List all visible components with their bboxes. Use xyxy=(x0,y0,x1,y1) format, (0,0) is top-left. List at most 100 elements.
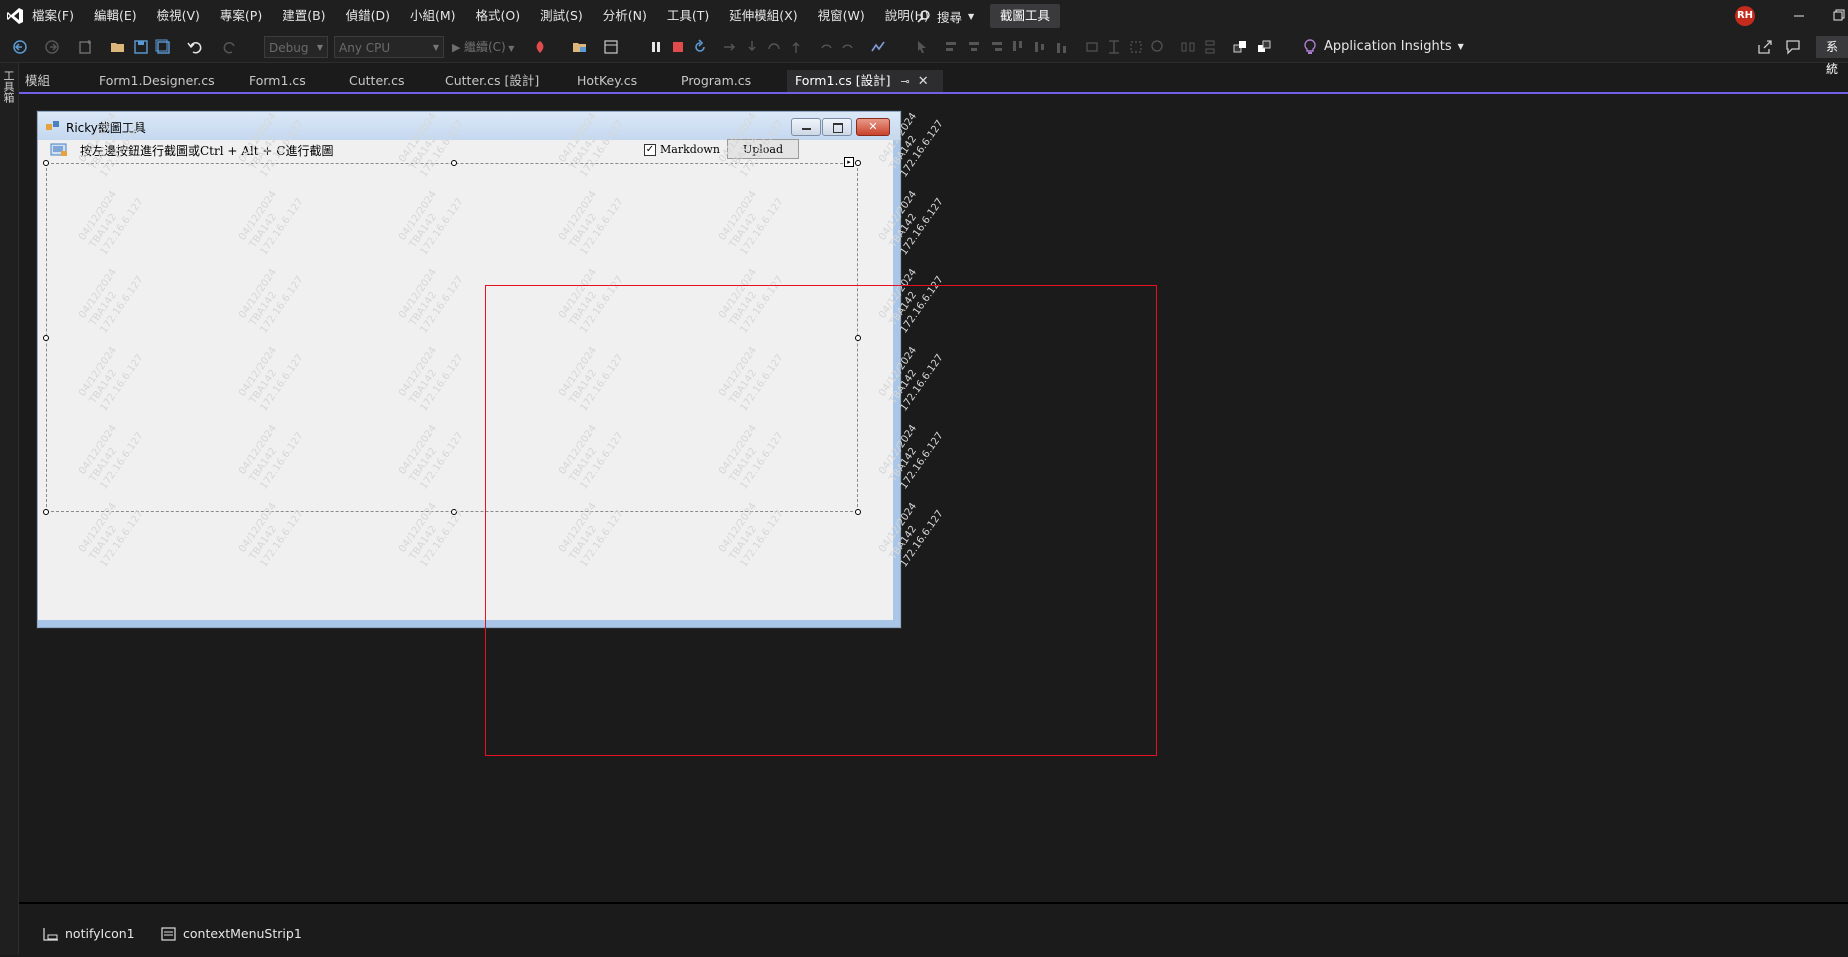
tab-hotkey-cs[interactable]: HotKey.cs xyxy=(571,70,675,92)
show-next-statement-icon[interactable] xyxy=(722,39,738,55)
navigate-back-icon[interactable] xyxy=(12,39,28,55)
feedback-icon[interactable] xyxy=(1785,39,1801,55)
tab-label: Program.cs xyxy=(681,73,752,88)
step-into-icon[interactable] xyxy=(744,39,760,55)
avatar[interactable]: RH xyxy=(1735,6,1755,26)
menu-tools[interactable]: 工具(T) xyxy=(657,0,719,32)
menu-window[interactable]: 視窗(W) xyxy=(808,0,875,32)
resize-handle[interactable] xyxy=(451,160,457,166)
tab-program-cs[interactable]: Program.cs xyxy=(675,70,805,92)
continue-button[interactable]: ▶ 繼續(C) ▼ xyxy=(452,36,514,58)
align-rights-icon[interactable] xyxy=(988,39,1004,55)
stop-debugging-icon[interactable] xyxy=(670,39,686,55)
align-tops-icon[interactable] xyxy=(1010,39,1026,55)
menu-file[interactable]: 檔案(F) xyxy=(22,0,84,32)
step-out-icon[interactable] xyxy=(788,39,804,55)
make-same-width-icon[interactable] xyxy=(1084,39,1100,55)
tab-form1-cs-design[interactable]: Form1.cs [設計] ⊸ ✕ xyxy=(787,70,943,92)
screenshot-button-icon[interactable] xyxy=(50,143,68,157)
search-box[interactable]: 搜尋 ▼ xyxy=(907,0,984,32)
live-share-icon[interactable] xyxy=(1757,39,1773,55)
menu-project[interactable]: 專案(P) xyxy=(210,0,272,32)
save-icon[interactable] xyxy=(133,39,149,55)
align-middles-icon[interactable] xyxy=(1032,39,1048,55)
undo-icon[interactable] xyxy=(187,39,203,55)
resize-handle[interactable] xyxy=(43,509,49,515)
menu-format[interactable]: 格式(O) xyxy=(466,0,531,32)
form-minimize-button[interactable] xyxy=(791,118,821,136)
markdown-checkbox-label[interactable]: Markdown xyxy=(660,143,720,156)
menu-analyze[interactable]: 分析(N) xyxy=(593,0,657,32)
resize-handle[interactable] xyxy=(451,509,457,515)
tab-label: Form1.cs xyxy=(249,73,306,88)
restore-window-button[interactable] xyxy=(1828,0,1848,32)
layout-icon[interactable] xyxy=(603,39,619,55)
pointer-icon[interactable] xyxy=(914,39,930,55)
tab-form1-designer-cs[interactable]: Form1.Designer.cs xyxy=(93,70,243,92)
menu-build[interactable]: 建置(B) xyxy=(272,0,335,32)
resize-handle[interactable] xyxy=(43,335,49,341)
system-button[interactable]: 系統 xyxy=(1816,36,1848,76)
solution-configuration-dropdown[interactable]: Debug ▼ xyxy=(264,36,328,58)
tab-form1-cs[interactable]: Form1.cs xyxy=(243,70,343,92)
bring-to-front-icon[interactable] xyxy=(1232,39,1248,55)
menu-edit[interactable]: 編輯(E) xyxy=(84,0,147,32)
horizontal-spacing-icon[interactable] xyxy=(1180,39,1196,55)
tab-label: 模組 xyxy=(25,73,51,88)
form-maximize-button[interactable] xyxy=(822,118,852,136)
play-icon: ▶ xyxy=(452,41,464,54)
align-bottoms-icon[interactable] xyxy=(1054,39,1070,55)
application-insights-button[interactable]: Application Insights ▼ xyxy=(1302,36,1464,58)
tray-item-label: notifyIcon1 xyxy=(65,926,135,941)
notify-icon-icon xyxy=(43,927,58,941)
align-lefts-icon[interactable] xyxy=(944,39,960,55)
resize-handle[interactable] xyxy=(855,160,861,166)
folder-view-icon[interactable] xyxy=(572,39,588,55)
navigate-forward-icon[interactable] xyxy=(44,39,60,55)
tab-module[interactable]: 模組 xyxy=(19,70,93,92)
menu-view[interactable]: 檢視(V) xyxy=(147,0,210,32)
tab-label: Form1.cs [設計] xyxy=(795,73,891,88)
diagnostics-icon[interactable] xyxy=(870,39,886,55)
redo-format-icon[interactable] xyxy=(840,39,856,55)
redo-icon[interactable] xyxy=(222,39,238,55)
new-project-icon[interactable] xyxy=(78,39,94,55)
smart-tag-icon[interactable]: ▸ xyxy=(844,157,854,167)
tab-label: Form1.Designer.cs xyxy=(99,73,215,88)
make-same-height-icon[interactable] xyxy=(1106,39,1122,55)
undo-format-icon[interactable] xyxy=(818,39,834,55)
save-all-icon[interactable] xyxy=(155,39,171,55)
pin-icon[interactable]: ⊸ xyxy=(901,75,910,88)
tab-cutter-cs-design[interactable]: Cutter.cs [設計] xyxy=(439,70,571,92)
align-centers-icon[interactable] xyxy=(966,39,982,55)
form-title-bar[interactable] xyxy=(38,112,900,140)
lightbulb-icon xyxy=(1304,39,1316,54)
vertical-spacing-icon[interactable] xyxy=(1202,39,1218,55)
size-to-grid-icon[interactable] xyxy=(1128,39,1144,55)
solution-platform-dropdown[interactable]: Any CPU ▼ xyxy=(334,36,444,58)
tab-cutter-cs[interactable]: Cutter.cs xyxy=(343,70,439,92)
menu-extensions[interactable]: 延伸模組(X) xyxy=(719,0,807,32)
minimize-window-button[interactable] xyxy=(1785,0,1813,32)
step-over-icon[interactable] xyxy=(766,39,782,55)
tray-item-notifyicon[interactable]: notifyIcon1 xyxy=(43,926,135,941)
form-close-button[interactable]: ✕ xyxy=(856,118,890,136)
restart-icon[interactable] xyxy=(692,39,708,55)
continue-label: 繼續(C) xyxy=(463,40,506,54)
chevron-down-icon: ▼ xyxy=(968,11,975,21)
break-all-icon[interactable] xyxy=(648,39,664,55)
resize-handle[interactable] xyxy=(43,160,49,166)
close-icon[interactable]: ✕ xyxy=(918,74,929,89)
zoom-icon[interactable] xyxy=(1150,39,1166,55)
toolbox-tab[interactable]: 工具箱 xyxy=(2,70,16,103)
tray-item-contextmenustrip[interactable]: contextMenuStrip1 xyxy=(161,926,302,941)
menu-debug[interactable]: 偵錯(D) xyxy=(336,0,400,32)
open-file-icon[interactable] xyxy=(110,39,126,55)
send-to-back-icon[interactable] xyxy=(1256,39,1272,55)
menu-test[interactable]: 測試(S) xyxy=(530,0,593,32)
upload-button[interactable]: Upload xyxy=(727,139,799,159)
application-insights-label: Application Insights xyxy=(1324,39,1452,54)
menu-team[interactable]: 小組(M) xyxy=(400,0,466,32)
markdown-checkbox[interactable]: ✓ xyxy=(644,144,656,156)
hot-reload-icon[interactable] xyxy=(532,39,548,55)
